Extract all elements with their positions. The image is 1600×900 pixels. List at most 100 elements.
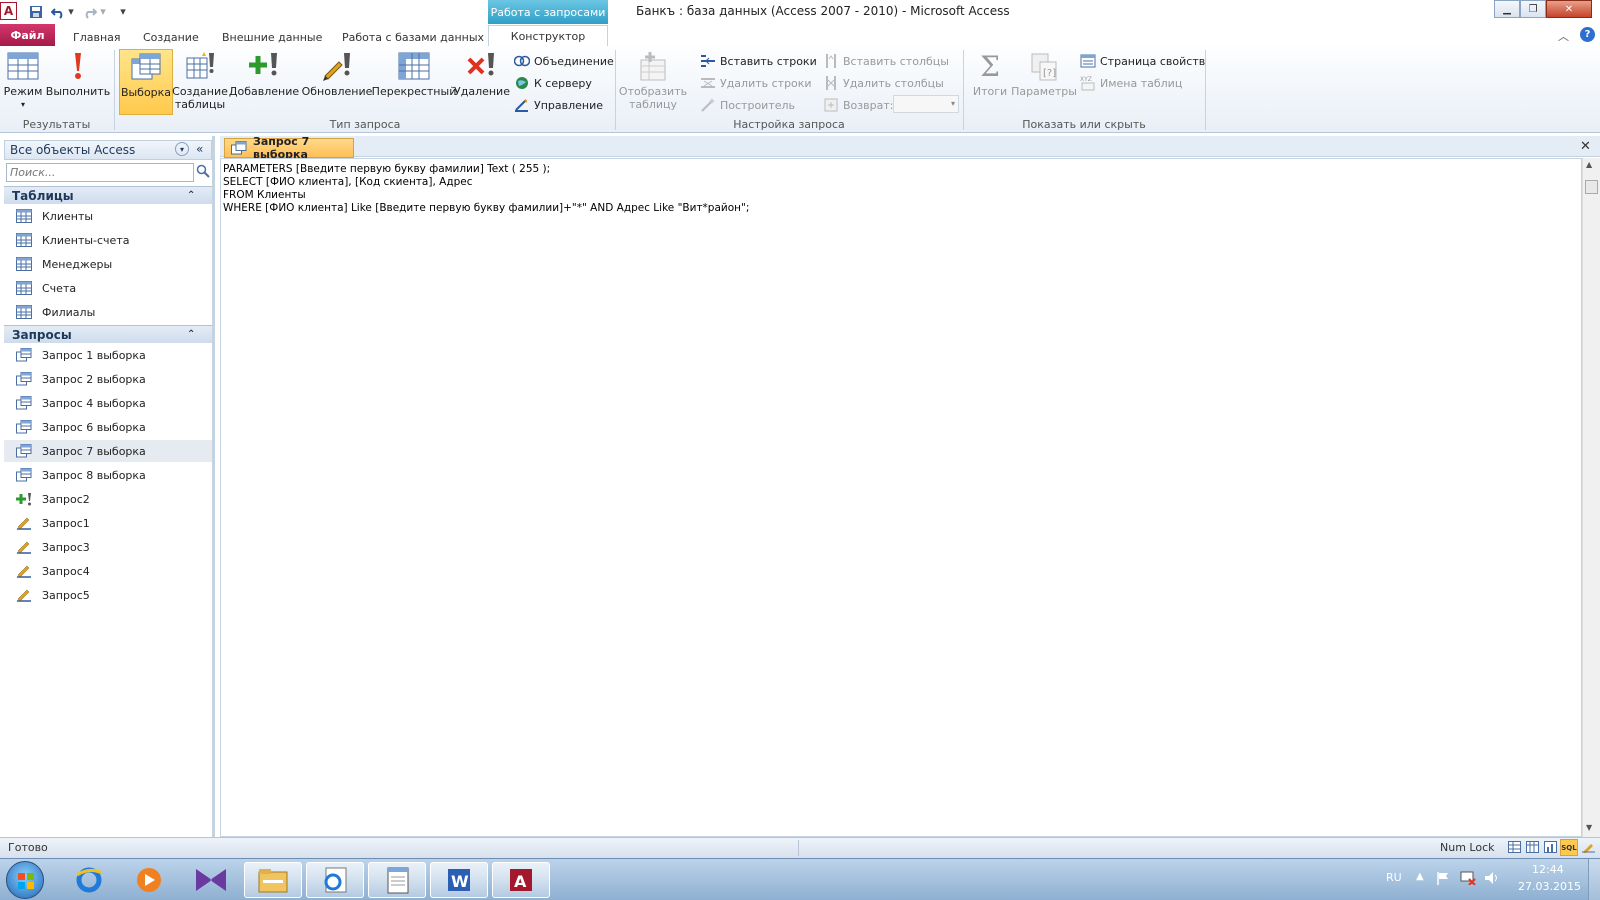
search-icon[interactable]: [196, 164, 210, 181]
collapse-nav-pane-icon[interactable]: «: [196, 142, 203, 156]
union-query-button[interactable]: Объединение: [514, 51, 614, 71]
nav-item-query[interactable]: Запрос5: [4, 584, 212, 606]
pivot-table-view-icon[interactable]: [1526, 841, 1539, 856]
run-button[interactable]: Выполнить: [45, 49, 111, 115]
restore-button[interactable]: ❐: [1520, 0, 1546, 18]
update-query-button[interactable]: Обновление: [301, 49, 373, 115]
tab-file[interactable]: Файл: [0, 24, 55, 46]
builder-button[interactable]: Построитель: [700, 95, 795, 115]
language-indicator[interactable]: RU: [1386, 871, 1402, 884]
append-query-button[interactable]: Добавление: [229, 49, 299, 115]
volume-icon[interactable]: [1484, 871, 1500, 888]
document-tab-strip: [220, 136, 1600, 157]
scroll-down-icon[interactable]: ▼: [1586, 823, 1592, 832]
collapse-section-icon[interactable]: ⌃: [187, 329, 195, 340]
tab-design[interactable]: Конструктор: [488, 25, 608, 47]
nav-item-table[interactable]: Клиенты: [4, 205, 212, 227]
delete-rows-button[interactable]: Удалить строки: [700, 73, 812, 93]
tab-database-tools[interactable]: Работа с базами данных: [332, 28, 494, 47]
help-icon[interactable]: ?: [1580, 27, 1595, 42]
customize-qat-icon[interactable]: ▾: [116, 3, 130, 20]
redo-dropdown-icon[interactable]: ▾: [98, 3, 108, 20]
scroll-up-icon[interactable]: ▲: [1586, 160, 1592, 169]
nav-item-query[interactable]: Запрос3: [4, 536, 212, 558]
undo-dropdown-icon[interactable]: ▾: [66, 3, 76, 20]
nav-item-table[interactable]: Счета: [4, 277, 212, 299]
nav-section-tables[interactable]: Таблицы ⌃: [4, 186, 212, 204]
access-app-icon[interactable]: A: [0, 2, 17, 20]
undo-icon[interactable]: [49, 3, 66, 20]
table-names-button[interactable]: XYZ Имена таблиц: [1080, 73, 1182, 93]
nav-item-query[interactable]: Запрос 4 выборка: [4, 392, 212, 414]
network-icon[interactable]: [1460, 871, 1476, 888]
media-player-icon[interactable]: [120, 862, 178, 898]
sql-view-icon[interactable]: SQL: [1560, 839, 1578, 856]
sql-editor[interactable]: PARAMETERS [Введите первую букву фамилии…: [220, 158, 1582, 837]
nav-menu-dropdown-icon[interactable]: ▾: [175, 142, 189, 156]
pivot-chart-view-icon[interactable]: [1544, 841, 1557, 856]
vertical-scrollbar[interactable]: ▲ ▼: [1582, 158, 1600, 837]
delete-columns-button[interactable]: Удалить столбцы: [823, 73, 944, 93]
group-label-query-type: Тип запроса: [329, 118, 401, 131]
nav-pane-header[interactable]: Все объекты Access ▾ «: [4, 140, 212, 160]
action-center-flag-icon[interactable]: [1436, 871, 1450, 888]
parameters-button[interactable]: [?] Параметры: [1011, 49, 1077, 115]
nav-item-query[interactable]: Запрос4: [4, 560, 212, 582]
nav-section-queries[interactable]: Запросы ⌃: [4, 325, 212, 343]
return-dropdown[interactable]: ▾: [893, 95, 959, 113]
tab-external-data[interactable]: Внешние данные: [212, 28, 332, 47]
make-table-button[interactable]: Создание таблицы: [172, 49, 228, 115]
pass-through-button[interactable]: К серверу: [514, 73, 592, 93]
tab-home[interactable]: Главная: [63, 28, 131, 47]
minimize-button[interactable]: ▁: [1494, 0, 1520, 18]
mode-label: Режим: [3, 85, 43, 98]
design-view-icon[interactable]: [1582, 841, 1595, 856]
nav-pane-title: Все объекты Access: [10, 143, 136, 157]
nav-item-query[interactable]: Запрос 2 выборка: [4, 368, 212, 390]
start-button[interactable]: [6, 861, 44, 899]
clock-date[interactable]: 27.03.2015: [1518, 880, 1581, 893]
delete-query-button[interactable]: Удаление: [454, 49, 510, 115]
ie-document-icon[interactable]: [306, 862, 364, 898]
insert-columns-button[interactable]: Вставить столбцы: [823, 51, 949, 71]
save-icon[interactable]: [27, 3, 44, 20]
nav-item-query[interactable]: Запрос 6 выборка: [4, 416, 212, 438]
nav-item-table[interactable]: Менеджеры: [4, 253, 212, 275]
visual-studio-icon[interactable]: [182, 862, 240, 898]
nav-item-query[interactable]: Запрос 7 выборка: [4, 440, 212, 462]
crosstab-query-button[interactable]: Перекрестный: [372, 49, 456, 115]
internet-explorer-icon[interactable]: [60, 862, 118, 898]
show-table-button[interactable]: Отобразить таблицу: [619, 49, 687, 115]
nav-item-query[interactable]: Запрос 8 выборка: [4, 464, 212, 486]
nav-item-query[interactable]: Запрос2: [4, 488, 212, 510]
word-icon[interactable]: W: [430, 862, 488, 898]
data-definition-button[interactable]: Управление: [514, 95, 603, 115]
nav-search-input[interactable]: [6, 163, 194, 182]
collapse-section-icon[interactable]: ⌃: [187, 190, 195, 201]
minimize-ribbon-icon[interactable]: ︿: [1558, 28, 1569, 44]
tab-create[interactable]: Создание: [133, 28, 209, 47]
notepad-icon[interactable]: [368, 862, 426, 898]
clock-time[interactable]: 12:44: [1532, 863, 1564, 876]
totals-button[interactable]: Σ Итоги: [968, 49, 1012, 115]
show-desktop-button[interactable]: [1588, 859, 1600, 900]
redo-icon[interactable]: [81, 3, 98, 20]
explorer-icon[interactable]: [244, 862, 302, 898]
nav-item-query[interactable]: Запрос1: [4, 512, 212, 534]
nav-item-query[interactable]: Запрос 1 выборка: [4, 344, 212, 366]
nav-item-table[interactable]: Филиалы: [4, 301, 212, 323]
show-hidden-icons[interactable]: ▲: [1416, 871, 1424, 882]
close-document-icon[interactable]: ✕: [1580, 139, 1591, 154]
access-taskbar-icon[interactable]: A: [492, 862, 550, 898]
svg-text:[?]: [?]: [1043, 68, 1056, 79]
mode-button[interactable]: Режим ▾: [3, 49, 43, 115]
document-tab[interactable]: Запрос 7 выборка: [224, 135, 354, 161]
append-query-icon: [247, 49, 281, 83]
property-sheet-button[interactable]: Страница свойств: [1080, 51, 1205, 71]
nav-item-table[interactable]: Клиенты-счета: [4, 229, 212, 251]
datasheet-view-icon[interactable]: [1508, 841, 1521, 856]
insert-rows-button[interactable]: Вставить строки: [700, 51, 817, 71]
close-window-button[interactable]: ✕: [1546, 0, 1592, 18]
select-query-button[interactable]: Выборка: [119, 49, 173, 115]
scroll-thumb[interactable]: [1585, 180, 1598, 194]
